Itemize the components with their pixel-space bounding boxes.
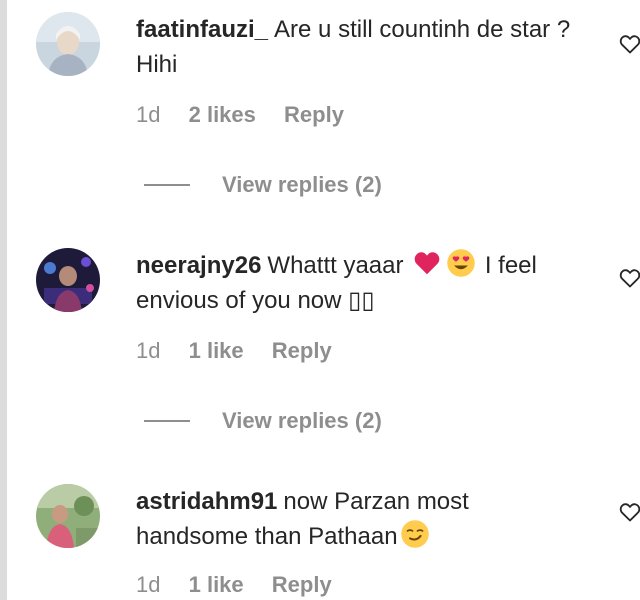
avatar-image [36, 12, 100, 76]
comment-username[interactable]: faatinfauzi_ [136, 16, 268, 43]
comment-body: neerajny26 Whattt yaaar I feel envious of… [136, 248, 586, 318]
comment-item: neerajny26 Whattt yaaar I feel envious of… [36, 248, 640, 448]
user-avatar[interactable] [36, 248, 100, 312]
avatar-image [36, 248, 100, 312]
view-replies-button[interactable]: View replies (2) [144, 172, 382, 198]
avatar-image [36, 484, 100, 548]
comment-likes[interactable]: 1 like [189, 572, 244, 597]
comment-text: Whattt yaaar [267, 252, 404, 279]
red-heart-emoji [412, 248, 442, 278]
heart-outline-icon[interactable] [618, 32, 640, 56]
view-replies-label: View replies (2) [222, 172, 382, 197]
comment-meta: 1d 2 likes Reply [136, 102, 366, 128]
replies-divider-line [144, 184, 190, 186]
comment-likes[interactable]: 2 likes [189, 102, 256, 127]
comment-timestamp[interactable]: 1d [136, 102, 160, 127]
replies-divider-line [144, 420, 190, 422]
smirk-emoji [400, 519, 430, 549]
comment-meta: 1d 1 like Reply [136, 572, 354, 598]
left-edge-divider [0, 0, 7, 600]
comment-timestamp[interactable]: 1d [136, 338, 160, 363]
heart-outline-icon[interactable] [618, 500, 640, 524]
reply-button[interactable]: Reply [272, 572, 332, 597]
comment-body: astridahm91 now Parzan most handsome than… [136, 484, 586, 554]
user-avatar[interactable] [36, 12, 100, 76]
comment-meta: 1d 1 like Reply [136, 338, 354, 364]
comment-likes[interactable]: 1 like [189, 338, 244, 363]
reply-button[interactable]: Reply [272, 338, 332, 363]
comment-username[interactable]: astridahm91 [136, 488, 277, 515]
comment-timestamp[interactable]: 1d [136, 572, 160, 597]
comment-item: faatinfauzi_ Are u still countinh de star… [36, 12, 640, 212]
comment-item: astridahm91 now Parzan most handsome than… [36, 484, 640, 600]
heart-outline-icon[interactable] [618, 266, 640, 290]
comment-username[interactable]: neerajny26 [136, 252, 261, 279]
view-replies-button[interactable]: View replies (2) [144, 408, 382, 434]
view-replies-label: View replies (2) [222, 408, 382, 433]
reply-button[interactable]: Reply [284, 102, 344, 127]
heart-eyes-emoji [446, 248, 476, 278]
user-avatar[interactable] [36, 484, 100, 548]
comment-body: faatinfauzi_ Are u still countinh de star… [136, 12, 586, 82]
